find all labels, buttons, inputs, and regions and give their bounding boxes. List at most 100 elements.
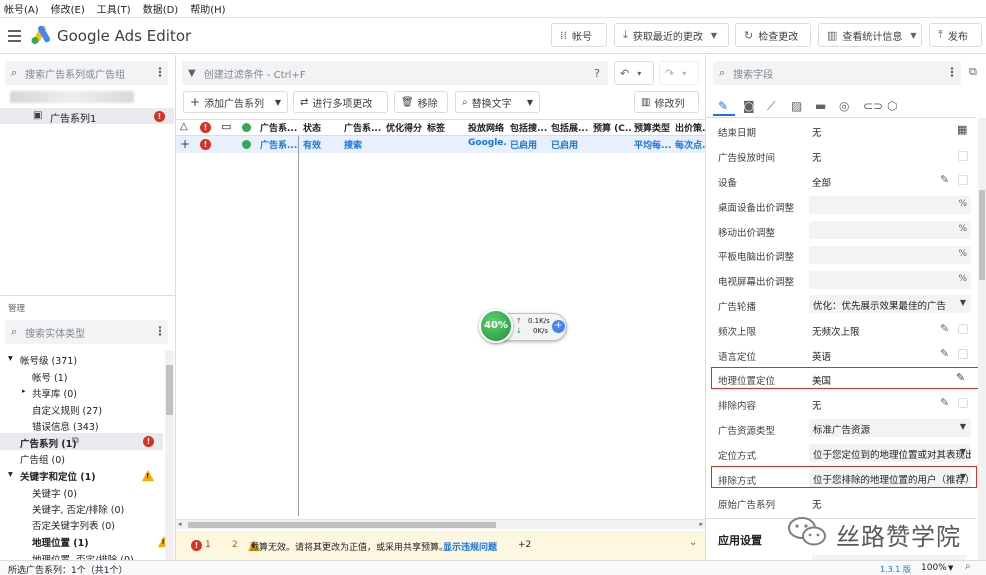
speed-widget-plus-icon[interactable]: + bbox=[552, 320, 565, 333]
table-row[interactable] bbox=[176, 136, 705, 153]
multi-edit-button[interactable]: ⇄ 进行多项更改 bbox=[293, 91, 388, 113]
account-button[interactable]: ⁞⁞ 帐号 bbox=[551, 23, 607, 47]
menu-tools[interactable]: 工具(T) bbox=[97, 1, 131, 16]
prop-value[interactable]: 无频次上限 bbox=[812, 324, 860, 338]
version-link[interactable]: 1.3.1 版 bbox=[880, 564, 911, 575]
chevron-down-icon[interactable]: ▼ bbox=[948, 564, 953, 572]
tree-campaigns[interactable]: 广告系列 (1) bbox=[20, 436, 77, 450]
left-scrollbar-thumb[interactable] bbox=[166, 365, 173, 415]
tree-shared-library[interactable]: 共享库 (0) bbox=[32, 386, 77, 400]
cell-budget-type[interactable]: 平均每... bbox=[634, 138, 672, 152]
tv-bid-adjust-input[interactable]: % bbox=[809, 271, 971, 289]
calendar-icon[interactable]: ▦ bbox=[957, 123, 967, 136]
cell-type[interactable]: 搜索 bbox=[344, 138, 382, 152]
add-campaign-button[interactable]: + 添加广告系列 ▼ bbox=[183, 91, 288, 113]
photo-tab-icon[interactable]: ▨ bbox=[791, 99, 802, 113]
filter-input[interactable]: ▼ 创建过滤条件 - Ctrl+F ? bbox=[182, 61, 608, 85]
cell-include-display[interactable]: 已启用 bbox=[551, 138, 589, 152]
target-tab-icon[interactable]: ◎ bbox=[839, 99, 849, 113]
col-budget-type[interactable]: 预算类型 bbox=[634, 121, 672, 135]
chevron-down-icon[interactable]: ▼ bbox=[711, 31, 717, 40]
inventory-type-select[interactable]: 标准广告资源 ▼ bbox=[809, 419, 971, 437]
edit-columns-button[interactable]: ▥ 修改列 bbox=[634, 91, 699, 113]
col-budget[interactable]: 预算 (C... bbox=[593, 121, 631, 135]
menu-edit[interactable]: 修改(E) bbox=[51, 1, 85, 16]
error-column-icon[interactable]: ! bbox=[200, 122, 211, 133]
prop-value[interactable]: 英语 bbox=[812, 349, 831, 363]
tree-expand-icon[interactable]: ▾ bbox=[8, 469, 13, 480]
checkbox[interactable] bbox=[958, 175, 968, 185]
zoom-search-icon[interactable]: ⌕ bbox=[965, 561, 971, 572]
cell-include-search[interactable]: 已启用 bbox=[510, 138, 548, 152]
zoom-level[interactable]: 100% bbox=[921, 563, 947, 573]
right-divider[interactable] bbox=[705, 55, 706, 560]
warning-column-icon[interactable]: △ bbox=[180, 121, 188, 132]
tree-account[interactable]: 帐号 (1) bbox=[32, 370, 67, 384]
scroll-left-icon[interactable]: ◂ bbox=[178, 520, 182, 528]
publish-button[interactable]: ⤒ 发布 bbox=[929, 23, 982, 47]
undo-button[interactable]: ↶ ▾ bbox=[614, 61, 654, 85]
desktop-bid-adjust-input[interactable]: % bbox=[809, 196, 971, 214]
mobile-bid-adjust-input[interactable]: % bbox=[809, 221, 971, 239]
tree-ad-groups[interactable]: 广告组 (0) bbox=[20, 452, 65, 466]
field-search-input[interactable]: ⌕ 搜索字段 bbox=[713, 61, 961, 85]
link-tab-icon[interactable]: ⊂⊃ bbox=[863, 99, 883, 113]
prop-value[interactable]: 无 bbox=[812, 398, 822, 412]
tree-expand-icon[interactable]: ▾ bbox=[8, 353, 13, 364]
grid-horizontal-scrollbar[interactable]: ◂ ▸ bbox=[176, 519, 705, 529]
scroll-right-icon[interactable]: ▸ bbox=[699, 520, 703, 528]
check-changes-button[interactable]: ↻ 检查更改 bbox=[735, 23, 811, 47]
entity-search-input[interactable]: ⌕ 搜索实体类型 bbox=[5, 320, 168, 344]
more-vert-icon[interactable]: ⋮ bbox=[946, 65, 958, 79]
help-icon[interactable]: ? bbox=[594, 67, 600, 80]
right-scrollbar[interactable] bbox=[978, 118, 986, 560]
tree-location[interactable]: 地理位置 (1) bbox=[32, 535, 89, 549]
tablet-bid-adjust-input[interactable]: % bbox=[809, 246, 971, 264]
chevron-down-icon[interactable]: ▼ bbox=[910, 31, 916, 40]
magic-tab-icon[interactable]: ⟋ bbox=[767, 99, 775, 114]
tree-keywords-negative[interactable]: 关键字, 否定/排除 (0) bbox=[32, 502, 124, 516]
show-violations-link[interactable]: 显示违规问题 bbox=[443, 540, 497, 553]
prop-value[interactable]: 无 bbox=[812, 150, 822, 164]
col-campaign[interactable]: 广告系... bbox=[260, 121, 298, 135]
right-scrollbar-thumb[interactable] bbox=[979, 190, 985, 280]
checkbox[interactable] bbox=[958, 398, 968, 408]
prop-value[interactable]: 美国 bbox=[812, 373, 831, 387]
cell-bid-strategy[interactable]: 每次点... bbox=[675, 138, 705, 152]
col-status[interactable]: 状态 bbox=[303, 121, 339, 135]
col-campaign-type[interactable]: 广告系... bbox=[344, 121, 382, 135]
chevron-down-icon[interactable]: ▾ bbox=[637, 69, 641, 78]
redo-button[interactable]: ↷ ▾ bbox=[659, 61, 699, 85]
chevron-down-icon[interactable]: ▾ bbox=[682, 69, 686, 78]
edit-tab-icon[interactable]: ✎ bbox=[718, 99, 728, 113]
tree-negative-keyword-lists[interactable]: 否定关键字列表 (0) bbox=[32, 518, 115, 532]
hamburger-menu-icon[interactable] bbox=[8, 30, 21, 42]
col-networks[interactable]: 投放网络 bbox=[468, 121, 506, 135]
open-external-icon[interactable]: ⧉ bbox=[969, 65, 977, 79]
comment-column-icon[interactable]: ▭ bbox=[221, 120, 231, 133]
label-tab-icon[interactable]: ⬡ bbox=[887, 99, 897, 113]
open-new-icon[interactable]: ⧉ bbox=[72, 435, 79, 446]
remove-button[interactable]: 🗑 移除 bbox=[394, 91, 448, 113]
menu-account[interactable]: 帐号(A) bbox=[4, 1, 39, 16]
prop-value[interactable]: 全部 bbox=[812, 175, 831, 189]
ad-rotation-select[interactable]: 优化：优先展示效果最佳的广告 ▼ bbox=[809, 295, 971, 313]
col-include-search[interactable]: 包括搜... bbox=[510, 121, 548, 135]
add-row-icon[interactable]: + bbox=[180, 137, 190, 151]
pencil-icon[interactable]: ✎ bbox=[956, 371, 965, 384]
menu-help[interactable]: 帮助(H) bbox=[190, 1, 225, 16]
tree-custom-rules[interactable]: 自定义规则 (27) bbox=[32, 403, 102, 417]
pencil-icon[interactable]: ✎ bbox=[940, 396, 949, 409]
campaign-search-input[interactable]: ⌕ 搜索广告系列或广告组 bbox=[5, 61, 168, 85]
pencil-icon[interactable]: ✎ bbox=[940, 347, 949, 360]
chevron-down-icon[interactable]: ▼ bbox=[275, 98, 281, 107]
tree-keywords-targeting[interactable]: 关键字和定位 (1) bbox=[20, 469, 96, 483]
tree-location-negative[interactable]: 地理位置, 否定/排除 (0) bbox=[32, 552, 134, 560]
col-include-display[interactable]: 包括展... bbox=[551, 121, 589, 135]
account-name-blurred[interactable] bbox=[10, 91, 134, 103]
scrollbar-thumb[interactable] bbox=[188, 522, 496, 528]
targeting-method-select[interactable]: 位于您定位到的地理位置或对其表现出兴趣的用户▼ bbox=[809, 444, 971, 462]
tree-collapse-icon[interactable]: ▸ bbox=[22, 387, 26, 395]
col-opt-score[interactable]: 优化得分 bbox=[386, 121, 424, 135]
col-labels[interactable]: 标签 bbox=[427, 121, 465, 135]
